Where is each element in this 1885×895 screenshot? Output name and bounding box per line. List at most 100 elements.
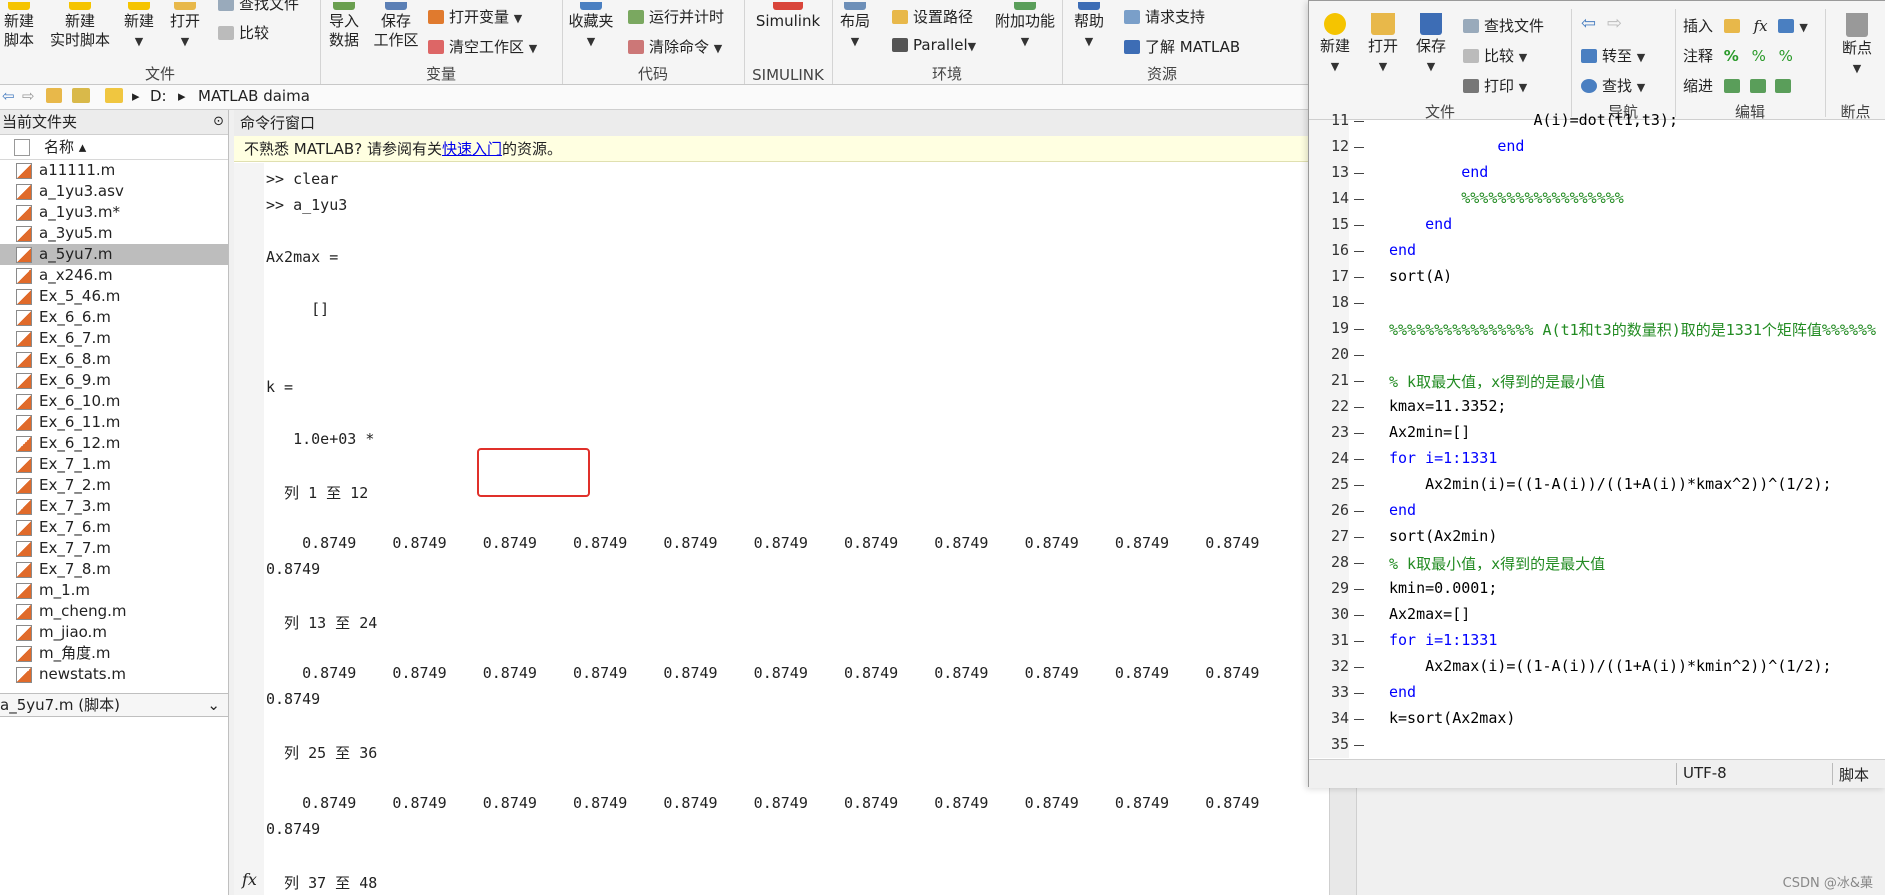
indent-button[interactable]: 缩进	[1683, 75, 1796, 96]
breakpoint-marker[interactable]	[1354, 563, 1364, 564]
panel-menu-icon[interactable]: ⊙	[213, 110, 224, 134]
breakpoint-marker[interactable]	[1354, 225, 1364, 226]
code-line[interactable]: Ax2max(i)=((1-A(i))/((1+A(i))*kmin^2))^(…	[1389, 657, 1831, 675]
breakpoints-button[interactable]: 断点 ▼	[1829, 13, 1885, 78]
code-line[interactable]: kmax=11.3352;	[1389, 397, 1506, 415]
browse-folder-icon[interactable]	[72, 88, 90, 103]
code-line[interactable]: sort(A)	[1389, 267, 1452, 285]
file-list-item[interactable]: Ex_7_6.m	[0, 517, 228, 538]
file-list-item[interactable]: Ex_5_46.m	[0, 286, 228, 307]
code-line[interactable]: % k取最小值，x得到的是最大值	[1389, 553, 1605, 574]
goto-button[interactable]: 转至 ▼	[1581, 45, 1645, 66]
code-line[interactable]: A(i)=dot(t1,t3);	[1389, 111, 1678, 129]
find-button[interactable]: 查找 ▼	[1581, 75, 1645, 96]
code-line[interactable]: % k取最大值，x得到的是最小值	[1389, 371, 1605, 392]
file-list-item[interactable]: m_1.m	[0, 580, 228, 601]
code-line[interactable]: end	[1389, 501, 1416, 519]
comment-button[interactable]: 注释 % % %	[1683, 45, 1793, 66]
code-line[interactable]: Ax2min=[]	[1389, 423, 1470, 441]
file-list-item[interactable]: Ex_6_11.m	[0, 412, 228, 433]
file-list-item[interactable]: a_x246.m	[0, 265, 228, 286]
editor-open-button[interactable]: 打开 ▼	[1363, 13, 1403, 76]
breakpoint-marker[interactable]	[1354, 667, 1364, 668]
fx-icon[interactable]: fx	[1754, 17, 1768, 35]
code-line[interactable]: Ax2min(i)=((1-A(i))/((1+A(i))*kmax^2))^(…	[1389, 475, 1831, 493]
code-line[interactable]: for i=1:1331	[1389, 449, 1497, 467]
code-area[interactable]: 11 A(i)=dot(t1,t3); 12 end 13 end 14 %%%%%%…	[1309, 111, 1885, 759]
code-line[interactable]: end	[1389, 683, 1416, 701]
file-list-item[interactable]: newstats.m	[0, 664, 228, 685]
open-button[interactable]: 打开 ▼	[168, 2, 202, 51]
breakpoint-marker[interactable]	[1354, 745, 1364, 746]
comment-percent-icon[interactable]: %	[1724, 47, 1739, 65]
code-line[interactable]: end	[1389, 241, 1416, 259]
file-list-item[interactable]: Ex_6_12.m	[0, 433, 228, 454]
editor-find-files-button[interactable]: 查找文件	[1463, 15, 1544, 36]
breadcrumb-drive[interactable]: D:	[150, 87, 167, 105]
code-line[interactable]: sort(Ax2min)	[1389, 527, 1497, 545]
file-list-item[interactable]: Ex_6_6.m	[0, 307, 228, 328]
file-list-item[interactable]: a_5yu7.m	[0, 244, 228, 265]
file-list-item[interactable]: Ex_7_8.m	[0, 559, 228, 580]
code-line[interactable]: Ax2max=[]	[1389, 605, 1470, 623]
layout-button[interactable]: 布局 ▼	[838, 2, 872, 51]
forward-arrow-icon[interactable]: ⇨	[22, 87, 35, 105]
import-data-button[interactable]: 导入 数据	[324, 2, 364, 50]
editor-compare-button[interactable]: 比较 ▼	[1463, 45, 1527, 66]
new-button[interactable]: 新建 ▼	[122, 2, 156, 51]
simulink-button[interactable]: Simulink	[748, 2, 828, 31]
file-list-item[interactable]: Ex_6_10.m	[0, 391, 228, 412]
forward-arrow-icon[interactable]: ⇨	[1607, 13, 1622, 34]
breakpoint-marker[interactable]	[1354, 381, 1364, 382]
breakpoint-marker[interactable]	[1354, 693, 1364, 694]
quick-start-link[interactable]: 快速入门	[442, 140, 502, 158]
find-files-button[interactable]: 查找文件	[218, 0, 299, 14]
code-line[interactable]: end	[1389, 215, 1452, 233]
breakpoint-marker[interactable]	[1354, 329, 1364, 330]
breakpoint-marker[interactable]	[1354, 459, 1364, 460]
new-live-script-button[interactable]: 新建 实时脚本	[45, 2, 115, 50]
uncomment-percent-icon[interactable]: %	[1752, 47, 1766, 65]
file-list-item[interactable]: a11111.m	[0, 160, 228, 181]
clear-commands-button[interactable]: 清除命令 ▼	[628, 36, 722, 57]
file-details-bar[interactable]: a_5yu7.m (脚本) ⌄	[0, 693, 228, 717]
wrap-comment-icon[interactable]: %	[1779, 47, 1793, 65]
insert-button[interactable]: 插入 fx ▼	[1683, 15, 1808, 36]
back-arrow-icon[interactable]: ⇦	[2, 87, 15, 105]
file-list-item[interactable]: m_角度.m	[0, 643, 228, 664]
request-support-button[interactable]: 请求支持	[1124, 6, 1205, 27]
breakpoint-marker[interactable]	[1354, 589, 1364, 590]
help-button[interactable]: 帮助 ▼	[1072, 2, 1106, 51]
breakpoint-marker[interactable]	[1354, 199, 1364, 200]
file-list-item[interactable]: Ex_6_7.m	[0, 328, 228, 349]
breakpoint-marker[interactable]	[1354, 173, 1364, 174]
editor-save-button[interactable]: 保存 ▼	[1411, 13, 1451, 76]
code-line[interactable]: %%%%%%%%%%%%%%%%%%	[1389, 189, 1624, 207]
chevron-down-icon[interactable]: ⌄	[207, 694, 220, 716]
breakpoint-marker[interactable]	[1354, 121, 1364, 122]
code-line[interactable]: k=sort(Ax2max)	[1389, 709, 1515, 727]
code-line[interactable]: end	[1389, 137, 1524, 155]
breakpoint-marker[interactable]	[1354, 251, 1364, 252]
file-list-item[interactable]: m_jiao.m	[0, 622, 228, 643]
editor-new-button[interactable]: 新建 ▼	[1315, 13, 1355, 76]
breakpoint-marker[interactable]	[1354, 355, 1364, 356]
breakpoint-marker[interactable]	[1354, 511, 1364, 512]
file-list-item[interactable]: Ex_6_8.m	[0, 349, 228, 370]
open-variable-button[interactable]: 打开变量 ▼	[428, 6, 522, 27]
editor-print-button[interactable]: 打印 ▼	[1463, 75, 1527, 96]
breadcrumb-folder[interactable]: MATLAB daima	[198, 87, 310, 105]
run-and-time-button[interactable]: 运行并计时	[628, 6, 724, 27]
compare-button[interactable]: 比较	[218, 22, 269, 43]
file-list-item[interactable]: a_3yu5.m	[0, 223, 228, 244]
breakpoint-marker[interactable]	[1354, 537, 1364, 538]
parallel-button[interactable]: Parallel▼	[892, 36, 976, 54]
code-line[interactable]: for i=1:1331	[1389, 631, 1497, 649]
file-list-item[interactable]: Ex_7_3.m	[0, 496, 228, 517]
breakpoint-marker[interactable]	[1354, 303, 1364, 304]
save-workspace-button[interactable]: 保存 工作区	[370, 2, 422, 50]
file-list-item[interactable]: a_1yu3.m*	[0, 202, 228, 223]
code-line[interactable]: end	[1389, 163, 1488, 181]
file-list-item[interactable]: Ex_7_2.m	[0, 475, 228, 496]
breakpoint-marker[interactable]	[1354, 147, 1364, 148]
